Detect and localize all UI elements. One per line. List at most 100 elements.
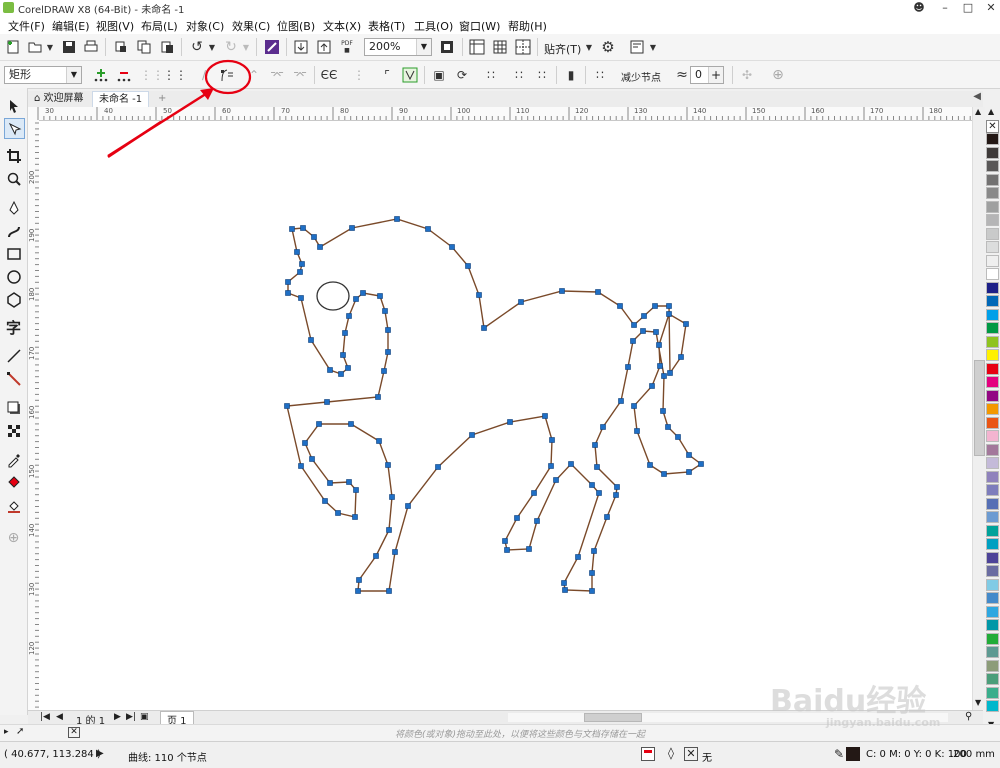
curve-node-handle[interactable] <box>604 514 610 520</box>
curve-node-handle[interactable] <box>562 587 568 593</box>
scroll-up-icon[interactable]: ▲ <box>975 107 981 116</box>
menu-table[interactable]: 表格(T) <box>368 18 405 34</box>
curve-node-handle[interactable] <box>661 373 667 379</box>
curve-node-handle[interactable] <box>652 303 658 309</box>
reverse-direction-icon[interactable]: ЄЄ <box>320 66 338 84</box>
curve-node-handle[interactable] <box>630 338 636 344</box>
curve-node-handle[interactable] <box>614 484 620 490</box>
menu-window[interactable]: 窗口(W) <box>459 18 500 34</box>
color-swatch[interactable] <box>986 484 999 496</box>
color-swatch[interactable] <box>986 646 999 658</box>
color-swatch[interactable] <box>986 268 999 280</box>
color-swatch[interactable] <box>986 187 999 199</box>
color-swatch[interactable] <box>986 308 999 321</box>
curve-node-handle[interactable] <box>375 394 381 400</box>
curve-node-handle[interactable] <box>389 494 395 500</box>
color-swatch[interactable] <box>986 254 999 267</box>
horse-eye[interactable] <box>316 281 350 311</box>
curve-node-handle[interactable] <box>647 462 653 468</box>
color-swatch[interactable] <box>986 349 999 361</box>
color-swatch[interactable] <box>986 511 999 523</box>
undo-dropdown-icon[interactable]: ▼ <box>203 38 221 56</box>
curve-node-handle[interactable] <box>360 290 366 296</box>
curve-node-handle[interactable] <box>346 313 352 319</box>
previous-page-icon[interactable]: ◀ <box>56 712 63 722</box>
color-swatch[interactable] <box>986 659 999 672</box>
color-swatch[interactable] <box>986 457 999 469</box>
color-swatch[interactable] <box>986 443 999 456</box>
curve-node-handle[interactable] <box>667 370 673 376</box>
color-swatch[interactable] <box>986 403 999 415</box>
curve-node-handle[interactable] <box>666 303 672 309</box>
curve-node-handle[interactable] <box>309 456 315 462</box>
tab-scroll-icon[interactable]: ◀ <box>973 91 981 102</box>
menu-effects[interactable]: 效果(C) <box>232 18 270 34</box>
menu-layout[interactable]: 布局(L) <box>141 18 178 34</box>
color-swatch[interactable] <box>986 430 999 442</box>
menu-object[interactable]: 对象(C) <box>186 18 224 34</box>
curve-node-handle[interactable] <box>526 546 532 552</box>
print-icon[interactable] <box>82 38 100 56</box>
zoom-navigator-icon[interactable]: ⚲ <box>965 711 972 722</box>
pick-tool-icon[interactable] <box>4 96 23 115</box>
tab-welcome[interactable]: ⌂ 欢迎屏幕 <box>28 91 90 107</box>
color-swatch[interactable] <box>986 160 999 172</box>
first-page-icon[interactable]: |◀ <box>40 712 50 722</box>
curve-node-handle[interactable] <box>435 464 441 470</box>
curve-node-handle[interactable] <box>686 469 692 475</box>
curve-node-handle[interactable] <box>678 354 684 360</box>
smoothness-input[interactable]: 0 + <box>690 66 724 84</box>
menu-bitmaps[interactable]: 位图(B) <box>277 18 315 34</box>
smooth-node-icon[interactable]: ⌤ <box>268 66 286 84</box>
delete-node-icon[interactable] <box>115 66 133 84</box>
curve-node-handle[interactable] <box>534 518 540 524</box>
curve-node-handle[interactable] <box>634 428 640 434</box>
color-swatch[interactable] <box>986 605 999 618</box>
color-swatch[interactable] <box>986 389 999 402</box>
smart-fill-icon[interactable] <box>4 496 23 515</box>
color-swatch[interactable] <box>986 335 999 348</box>
curve-node-handle[interactable] <box>592 442 598 448</box>
fill-none-icon[interactable]: ✕ <box>684 747 698 761</box>
curve-node-handle[interactable] <box>349 225 355 231</box>
color-swatch[interactable] <box>986 227 999 240</box>
curve-node-handle[interactable] <box>618 398 624 404</box>
color-swatch[interactable] <box>986 551 999 564</box>
curve-node-handle[interactable] <box>683 321 689 327</box>
rotate-nodes-icon[interactable]: ⟳ <box>453 66 471 84</box>
curve-node-handle[interactable] <box>300 225 306 231</box>
curve-node-handle[interactable] <box>355 588 361 594</box>
curve-node-handle[interactable] <box>311 234 317 240</box>
eyedropper-icon[interactable] <box>4 450 23 469</box>
curve-node-handle[interactable] <box>553 477 559 483</box>
curve-node-handle[interactable] <box>342 330 348 336</box>
new-document-icon[interactable] <box>4 38 22 56</box>
show-rulers-icon[interactable] <box>468 38 486 56</box>
parallel-dimension-icon[interactable] <box>4 346 23 365</box>
curve-node-handle[interactable] <box>405 503 411 509</box>
curve-node-handle[interactable] <box>595 289 601 295</box>
show-grid-icon[interactable] <box>491 38 509 56</box>
show-guidelines-icon[interactable] <box>514 38 532 56</box>
horse-curve[interactable] <box>286 218 703 592</box>
curve-node-handle[interactable] <box>549 437 555 443</box>
curve-node-handle[interactable] <box>285 279 291 285</box>
curve-node-handle[interactable] <box>285 290 291 296</box>
color-swatch[interactable] <box>986 281 999 294</box>
curve-node-handle[interactable] <box>591 548 597 554</box>
color-swatch[interactable] <box>986 200 999 213</box>
search-content-icon[interactable] <box>263 38 281 56</box>
save-icon[interactable] <box>60 38 78 56</box>
color-swatch[interactable] <box>986 173 999 186</box>
curve-node-handle[interactable] <box>594 464 600 470</box>
curve-node-handle[interactable] <box>298 295 304 301</box>
curve-node-handle[interactable] <box>324 399 330 405</box>
curve-node-handle[interactable] <box>449 244 455 250</box>
extend-curve-icon[interactable]: ⋮ <box>350 66 368 84</box>
menu-view[interactable]: 视图(V) <box>96 18 134 34</box>
symmetrical-node-icon[interactable]: ⌤ <box>291 66 309 84</box>
freehand-tool-icon[interactable] <box>4 198 23 217</box>
close-curve-icon[interactable] <box>401 66 419 84</box>
elastic-mode-icon[interactable]: ▮ <box>562 66 580 84</box>
curve-node-handle[interactable] <box>345 365 351 371</box>
